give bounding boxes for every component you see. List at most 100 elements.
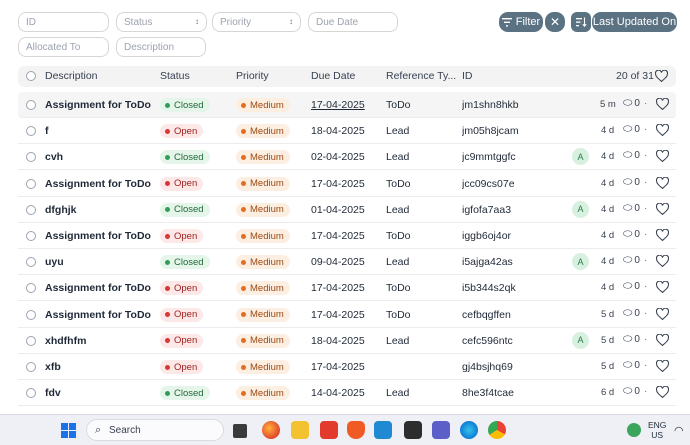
heart-icon[interactable]	[656, 360, 669, 372]
table-row[interactable]: Assignment for ToDo jm0 Closed Medium 17-04…	[18, 92, 676, 118]
taskbar-search-label: Search	[109, 424, 141, 436]
priority-dot-icon	[241, 154, 246, 160]
row-select-checkbox[interactable]	[26, 309, 36, 320]
language-indicator[interactable]: ENG US	[648, 420, 666, 440]
heart-icon[interactable]	[656, 176, 669, 189]
column-header-due-date[interactable]: Due Date	[311, 70, 355, 82]
comment-count[interactable]: ⬭ 0 ·	[623, 97, 647, 110]
allocated-to-filter-input[interactable]: Allocated To	[18, 37, 109, 57]
row-select-checkbox[interactable]	[26, 100, 36, 110]
comment-icon: ⬭	[623, 306, 633, 319]
filter-button[interactable]: Filter	[499, 12, 543, 32]
chrome-icon[interactable]	[488, 421, 506, 439]
row-select-checkbox[interactable]	[26, 126, 36, 137]
wifi-icon[interactable]: ◠	[674, 424, 684, 437]
news-app-icon[interactable]	[320, 421, 338, 439]
heart-icon[interactable]	[656, 333, 669, 346]
tray-status-icon[interactable]	[627, 423, 641, 437]
clear-filter-button[interactable]: ✕	[545, 12, 565, 32]
row-select-checkbox[interactable]	[26, 335, 36, 346]
file-explorer-icon[interactable]	[291, 421, 309, 439]
heart-icon[interactable]	[656, 202, 669, 215]
status-filter-select[interactable]: Status ↕	[116, 12, 207, 32]
priority-dot-icon	[241, 312, 246, 318]
avatar[interactable]: A	[572, 331, 589, 349]
row-select-checkbox[interactable]	[26, 362, 36, 372]
heart-icon[interactable]	[656, 386, 669, 399]
sort-direction-button[interactable]	[571, 12, 591, 32]
task-view-icon[interactable]	[233, 424, 247, 438]
comment-count[interactable]: ⬭ 0 ·	[623, 333, 647, 346]
comment-count[interactable]: ⬭ 0 ·	[623, 123, 647, 136]
comment-count[interactable]: ⬭ 0 ·	[623, 228, 647, 241]
priority-filter-select[interactable]: Priority ↕	[212, 12, 301, 32]
comment-count[interactable]: ⬭ 0 ·	[623, 359, 647, 372]
id-filter-input[interactable]: ID	[18, 12, 109, 32]
heart-icon[interactable]	[656, 281, 669, 294]
table-row[interactable]: Assignment for ToDo i5a Open Medium 17-04-2…	[18, 275, 676, 302]
table-row[interactable]: f Open Medium 18-04-2025 Lead jm05h8jcam 4 d ⬭ 0…	[18, 118, 676, 145]
heart-icon[interactable]	[655, 70, 668, 82]
table-row[interactable]: xhdfhfm Open Medium 18-04-2025 Lead cefc596nt…	[18, 328, 676, 354]
heart-icon[interactable]	[656, 98, 669, 110]
heart-icon[interactable]	[656, 229, 669, 241]
table-row[interactable]: cvh Closed Medium 02-04-2025 Lead jc9mmtggfc A…	[18, 144, 676, 171]
column-header-description[interactable]: Description	[45, 70, 98, 82]
comment-count[interactable]: ⬭ 0 ·	[623, 149, 647, 162]
row-select-checkbox[interactable]	[26, 283, 36, 294]
separator-dot-icon: ·	[643, 360, 648, 371]
terminal-icon[interactable]	[404, 421, 422, 439]
description-filter-input[interactable]: Description	[116, 37, 206, 57]
sort-field-button[interactable]: Last Updated On	[592, 12, 677, 32]
table-row[interactable]: Assignment for ToDo igf Open Medium 17-04-2…	[18, 223, 676, 249]
comment-count[interactable]: ⬭ 0 ·	[623, 307, 647, 320]
taskbar-search-box[interactable]: ⌕ Search	[86, 419, 224, 441]
table-row[interactable]: fdv Closed Medium 14-04-2025 Lead 8he3f4tcae 6…	[18, 380, 676, 407]
firefox-icon[interactable]	[262, 421, 280, 439]
heart-icon[interactable]	[656, 124, 669, 137]
table-row[interactable]: dfghjk Closed Medium 01-04-2025 Lead igfofa7a…	[18, 197, 676, 223]
column-header-reference-type[interactable]: Reference Ty...	[386, 70, 456, 82]
edge-browser-icon[interactable]	[460, 421, 478, 439]
priority-text: Medium	[250, 387, 284, 399]
separator-dot-icon: ·	[643, 150, 648, 162]
select-all-checkbox[interactable]	[26, 71, 36, 81]
avatar[interactable]: A	[572, 253, 589, 271]
column-header-id[interactable]: ID	[462, 70, 473, 82]
comment-count[interactable]: ⬭ 0 ·	[623, 176, 647, 189]
due-date-filter-input[interactable]: Due Date	[308, 12, 398, 32]
row-select-checkbox[interactable]	[26, 388, 36, 399]
teams-icon[interactable]	[432, 421, 450, 439]
brave-browser-icon[interactable]	[347, 421, 365, 439]
priority-badge: Medium	[236, 229, 290, 243]
vscode-icon[interactable]	[374, 421, 392, 439]
row-select-checkbox[interactable]	[26, 204, 36, 215]
row-select-checkbox[interactable]	[26, 231, 36, 241]
column-header-status[interactable]: Status	[160, 70, 190, 82]
comment-count[interactable]: ⬭ 0 ·	[623, 254, 647, 267]
status-badge: Closed	[160, 150, 210, 165]
heart-icon[interactable]	[656, 307, 669, 320]
table-row[interactable]: uyu Closed Medium 09-04-2025 Lead i5ajga42as A…	[18, 249, 676, 276]
comment-count[interactable]: ⬭ 0 ·	[623, 385, 647, 398]
priority-badge: Medium	[236, 150, 290, 165]
comment-count[interactable]: ⬭ 0 ·	[623, 280, 647, 293]
status-badge: Open	[160, 229, 204, 243]
comment-count-value: 0	[634, 386, 640, 398]
windows-start-icon[interactable]	[61, 423, 76, 438]
avatar[interactable]: A	[572, 200, 589, 218]
table-row[interactable]: Assignment for ToDo cef Open Medium 17-04-2…	[18, 302, 676, 328]
row-updated-time: 4 d	[601, 177, 615, 189]
row-select-checkbox[interactable]	[26, 178, 36, 189]
comment-count[interactable]: ⬭ 0 ·	[623, 202, 647, 215]
avatar[interactable]: A	[572, 148, 589, 166]
heart-icon[interactable]	[656, 255, 669, 268]
status-badge: Open	[160, 281, 204, 296]
column-header-priority[interactable]: Priority	[236, 70, 269, 82]
row-select-checkbox[interactable]	[26, 257, 36, 268]
heart-icon[interactable]	[656, 150, 669, 163]
row-select-checkbox[interactable]	[26, 152, 36, 163]
table-row[interactable]: Assignment for ToDo jc9 Open Medium 17-04-2…	[18, 171, 676, 197]
priority-dot-icon	[241, 259, 246, 265]
table-row[interactable]: xfb Open Medium 17-04-2025 gj4bsjhq69 5 d ⬭ 0 ·	[18, 354, 676, 380]
